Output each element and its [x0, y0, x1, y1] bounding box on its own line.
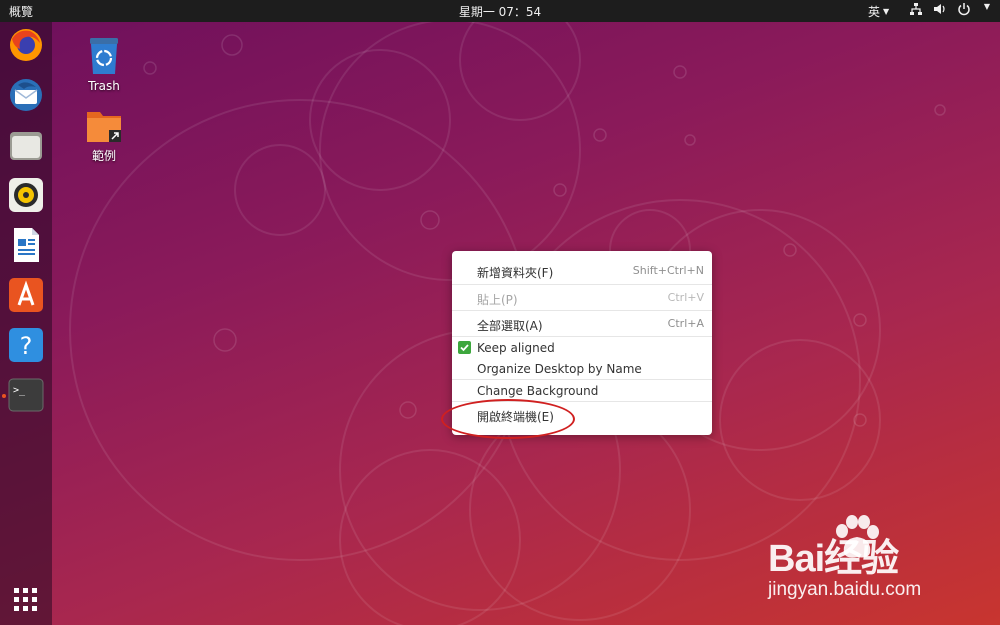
- desktop-icon-trash[interactable]: Trash: [69, 36, 139, 93]
- folder-link-icon: [87, 112, 121, 142]
- menu-item-label: Keep aligned: [477, 341, 555, 355]
- files-icon[interactable]: [8, 127, 44, 163]
- menu-item-keep-aligned[interactable]: Keep aligned: [452, 337, 712, 359]
- watermark-url: jingyan.baidu.com: [768, 579, 922, 600]
- running-indicator: [2, 394, 6, 398]
- annotation-ellipse: [441, 399, 575, 439]
- menu-item-label: Change Background: [477, 384, 599, 398]
- menu-item-select-all[interactable]: 全部選取(A) Ctrl+A: [452, 313, 712, 335]
- power-icon: [958, 3, 970, 16]
- chevron-down-icon: ▼: [883, 7, 890, 16]
- rhythmbox-icon[interactable]: [8, 177, 44, 213]
- menu-item-new-folder[interactable]: 新增資料夾(F) Shift+Ctrl+N: [452, 260, 712, 282]
- menu-separator: [452, 284, 712, 285]
- menu-separator: [452, 310, 712, 311]
- watermark: Bai经验 jingyan.baidu.com: [760, 515, 960, 605]
- svg-text:>_: >_: [13, 385, 26, 396]
- help-icon[interactable]: ?: [8, 327, 44, 363]
- checkmark-icon: [458, 341, 471, 354]
- menu-item-label: 全部選取(A): [477, 319, 543, 333]
- top-bar: 概覽 星期一 07：54 英 ▼ ▼: [0, 0, 1000, 22]
- thunderbird-icon[interactable]: [8, 77, 44, 113]
- desktop-icon-examples[interactable]: 範例: [69, 108, 139, 164]
- menu-item-accelerator: Ctrl+V: [667, 291, 704, 304]
- menu-item-label: 貼上(P): [477, 293, 518, 307]
- trash-icon: [90, 38, 118, 74]
- terminal-icon[interactable]: >_: [8, 377, 44, 413]
- system-status-area[interactable]: ▼: [909, 2, 990, 16]
- firefox-icon[interactable]: [8, 27, 44, 63]
- chevron-down-icon: ▼: [983, 2, 990, 11]
- watermark-brand: Bai经验: [768, 538, 899, 580]
- dock: ? >_: [0, 22, 52, 625]
- volume-icon: [933, 4, 945, 14]
- app-grid-icon[interactable]: [13, 587, 39, 613]
- menu-item-label: Organize Desktop by Name: [477, 362, 642, 376]
- libreoffice-writer-icon[interactable]: [8, 227, 44, 263]
- ubuntu-software-icon[interactable]: [8, 277, 44, 313]
- network-icon: [909, 3, 922, 15]
- clock-menu[interactable]: 星期一 07：54: [0, 3, 1000, 20]
- svg-text:?: ?: [20, 332, 33, 360]
- input-method-menu[interactable]: 英 ▼: [868, 3, 889, 20]
- menu-item-paste: 貼上(P) Ctrl+V: [452, 287, 712, 309]
- menu-item-organize-by-name[interactable]: Organize Desktop by Name: [452, 358, 712, 380]
- desktop-icon-label: 範例: [91, 149, 116, 163]
- menu-item-accelerator: Ctrl+A: [667, 317, 704, 330]
- desktop-icon-label: Trash: [88, 79, 120, 93]
- menu-item-label: 新增資料夾(F): [477, 266, 554, 280]
- menu-item-accelerator: Shift+Ctrl+N: [632, 264, 704, 277]
- input-method-label: 英: [868, 5, 881, 19]
